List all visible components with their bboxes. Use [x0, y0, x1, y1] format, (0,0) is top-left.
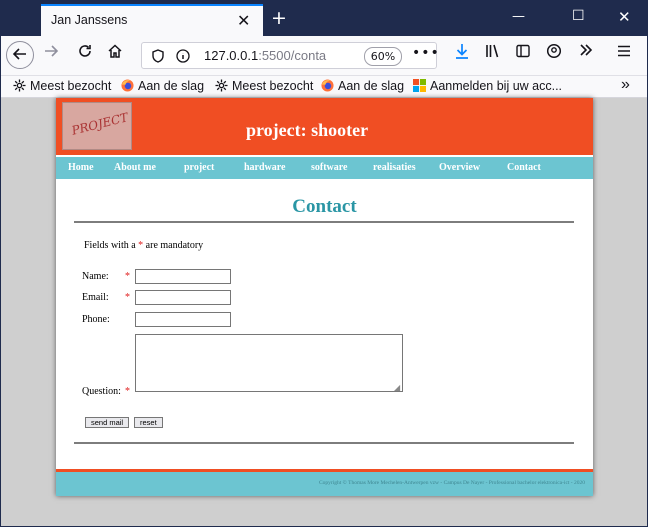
url-host: 127.0.0.1 [204, 48, 259, 63]
site-container: PROJECT project: shooter Home About me p… [56, 98, 593, 496]
zoom-level-button[interactable]: 60% [364, 47, 402, 66]
bookmark-meest-bezocht[interactable]: Meest bezocht [13, 79, 111, 93]
question-textarea[interactable] [135, 334, 403, 392]
email-label: Email: [82, 292, 109, 303]
bookmark-aanmelden[interactable]: Aanmelden bij uw acc... [413, 79, 562, 93]
email-required-star: * [125, 292, 130, 303]
nav-toolbar: 127.0.0.1:5500/conta 60% ••• [1, 36, 647, 76]
page-viewport: PROJECT project: shooter Home About me p… [1, 98, 647, 526]
url-path: :5500/conta [258, 48, 327, 63]
send-mail-button[interactable]: send mail [85, 417, 130, 428]
tab-title: Jan Janssens [51, 13, 128, 27]
menu-item-about-me[interactable]: About me [114, 162, 156, 173]
library-icon [486, 44, 499, 58]
home-button[interactable] [107, 43, 123, 64]
mandatory-prefix: Fields with a [84, 240, 139, 251]
close-tab-icon[interactable]: ✕ [237, 11, 250, 30]
menu-item-overview[interactable]: Overview [439, 162, 480, 173]
logo-text: PROJECT [70, 110, 130, 138]
site-footer: Copyright © Thomas More Mechelen-Antwerp… [56, 472, 593, 496]
divider-top [74, 221, 574, 223]
bookmark-meest-bezocht-2[interactable]: Meest bezocht [215, 79, 313, 93]
mandatory-suffix: are mandatory [143, 240, 204, 251]
question-required-star: * [125, 386, 130, 397]
site-header: PROJECT project: shooter [56, 98, 593, 155]
chevron-double-right-icon [580, 44, 593, 56]
url-text[interactable]: 127.0.0.1:5500/conta [204, 48, 372, 63]
main-menu: Home About me project hardware software … [56, 157, 593, 179]
footer-copyright: Copyright © Thomas More Mechelen-Antwerp… [318, 480, 585, 486]
tab-active[interactable]: Jan Janssens ✕ [41, 4, 263, 36]
bookmark-aan-de-slag-2[interactable]: Aan de slag [321, 79, 404, 93]
forward-button[interactable] [43, 43, 59, 64]
arrow-right-icon [45, 45, 59, 57]
resize-grip-icon[interactable]: ◢ [394, 383, 400, 392]
question-label: Question: [82, 386, 121, 397]
sidebar-icon [516, 44, 530, 58]
overflow-menu-button[interactable] [579, 42, 593, 62]
page-actions-button[interactable]: ••• [412, 45, 440, 61]
name-label: Name: [82, 271, 109, 282]
firefox-icon [121, 79, 134, 92]
name-input[interactable] [135, 269, 231, 284]
home-icon [108, 44, 122, 58]
shield-icon[interactable] [152, 49, 164, 63]
name-required-star: * [125, 271, 130, 282]
download-icon [456, 44, 468, 59]
bookmark-label: Aan de slag [338, 79, 405, 93]
site-title: project: shooter [246, 120, 369, 140]
gear-icon [215, 79, 228, 92]
back-button[interactable] [6, 41, 34, 69]
menu-item-software[interactable]: software [311, 162, 347, 173]
address-bar[interactable]: 127.0.0.1:5500/conta 60% ••• [141, 42, 440, 69]
menu-item-hardware[interactable]: hardware [244, 162, 285, 173]
email-input[interactable] [135, 290, 231, 305]
minimize-button[interactable]: — [512, 9, 525, 24]
page-title: Contact [292, 196, 357, 217]
account-icon [546, 43, 562, 59]
phone-label: Phone: [82, 314, 110, 325]
bookmark-label: Meest bezocht [30, 79, 112, 93]
hamburger-menu-button[interactable] [616, 43, 632, 64]
library-button[interactable] [485, 43, 501, 64]
menu-item-realisaties[interactable]: realisaties [373, 162, 416, 173]
project-logo: PROJECT [62, 102, 132, 150]
bookmarks-overflow-button[interactable]: » [621, 76, 630, 94]
bookmark-label: Aanmelden bij uw acc... [430, 79, 563, 93]
reset-button[interactable]: reset [134, 417, 163, 428]
bookmark-label: Aan de slag [138, 79, 205, 93]
info-icon[interactable] [176, 49, 190, 63]
divider-bottom [74, 442, 574, 444]
menu-item-home[interactable]: Home [68, 162, 94, 173]
arrow-left-icon [12, 48, 26, 60]
mandatory-note: Fields with a * are mandatory [84, 240, 203, 251]
bookmarks-toolbar: Meest bezocht Aan de slag Meest bezocht … [1, 76, 647, 98]
menu-item-contact[interactable]: Contact [507, 162, 541, 173]
hamburger-icon [618, 45, 630, 57]
browser-window: Jan Janssens ✕ + — ☐ ✕ 127.0.0.1:5500/co… [1, 1, 647, 526]
account-button[interactable] [546, 43, 562, 64]
firefox-icon [321, 79, 334, 92]
reload-button[interactable] [77, 43, 93, 64]
sidebar-button[interactable] [515, 43, 531, 64]
downloads-button[interactable] [454, 43, 470, 64]
gear-icon [13, 79, 26, 92]
new-tab-button[interactable]: + [271, 7, 287, 29]
phone-input[interactable] [135, 312, 231, 327]
tab-bar: Jan Janssens ✕ + — ☐ ✕ [1, 1, 647, 36]
reload-icon [79, 45, 91, 57]
bookmark-aan-de-slag[interactable]: Aan de slag [121, 79, 204, 93]
menu-item-project[interactable]: project [184, 162, 214, 173]
maximize-button[interactable]: ☐ [572, 8, 585, 24]
close-window-button[interactable]: ✕ [618, 8, 631, 26]
microsoft-icon [413, 79, 426, 92]
bookmark-label: Meest bezocht [232, 79, 314, 93]
